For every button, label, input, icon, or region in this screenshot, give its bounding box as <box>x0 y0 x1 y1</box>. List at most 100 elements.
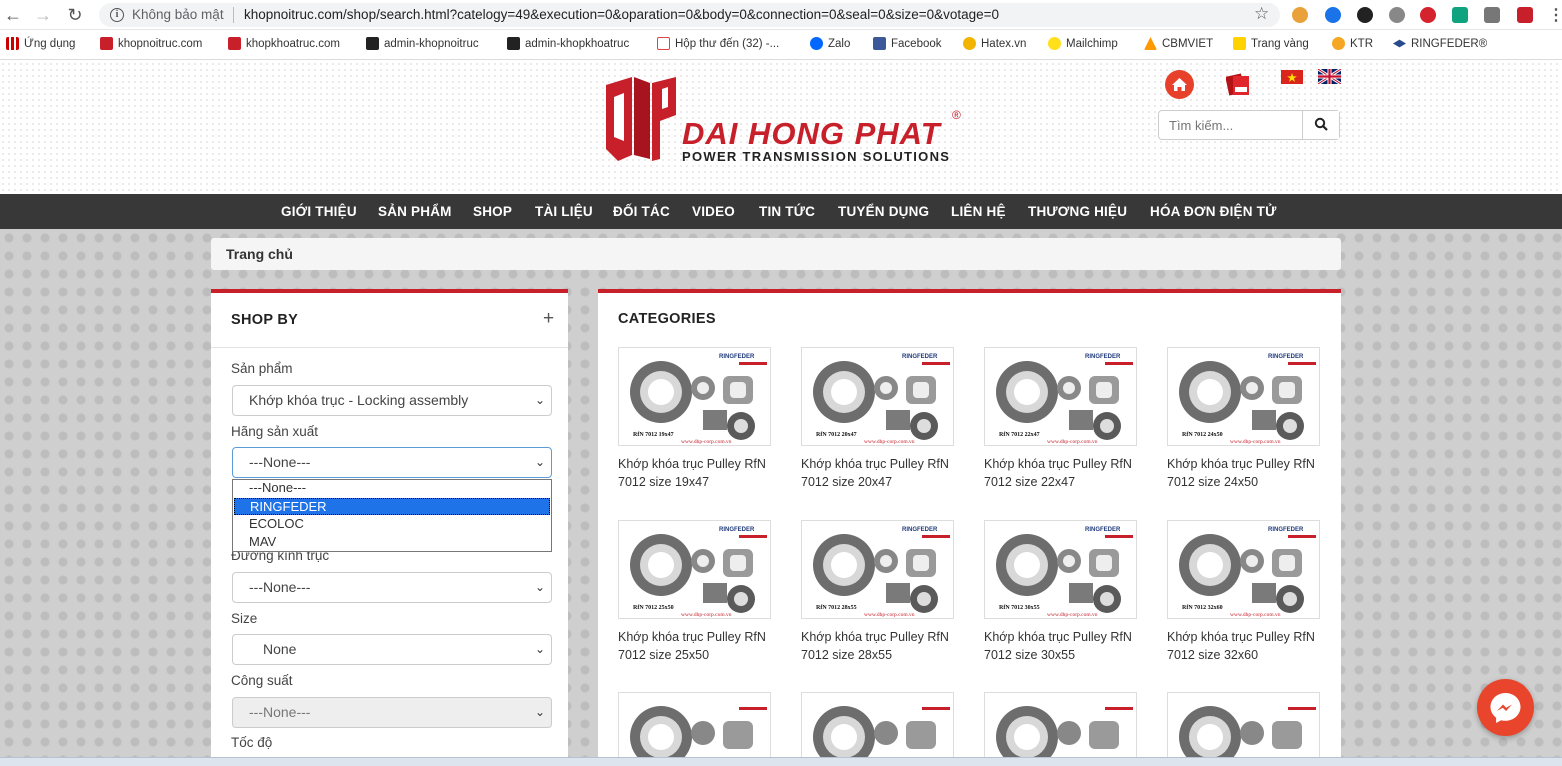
bookmark-item[interactable]: Zalo <box>810 37 850 50</box>
thumb-tag: RfN 7012 25x50 <box>633 605 674 611</box>
product-name-link[interactable]: Khớp khóa trục Pulley RfN 7012 size 28x5… <box>801 628 961 664</box>
thumb-url: www.dhp-corp.com.vn <box>1230 612 1281 618</box>
filter-label-toc-do: Tốc độ <box>231 735 273 750</box>
puzzle-icon[interactable] <box>1484 7 1500 23</box>
shaft-diameter-select[interactable]: ---None--- ⌄ <box>232 572 552 603</box>
extension-icon[interactable] <box>1357 7 1373 23</box>
locking-assembly-image-icon <box>985 693 1136 765</box>
product-name-link[interactable]: Khớp khóa trục Pulley RfN 7012 size 30x5… <box>984 628 1144 664</box>
product-thumbnail[interactable] <box>984 692 1137 766</box>
product-thumbnail[interactable] <box>618 692 771 766</box>
product-thumbnail[interactable]: RINGFEDER RfN 7012 22x47 www.dhp-corp.com.… <box>984 347 1137 446</box>
admin-favicon-icon <box>366 37 379 50</box>
search-input[interactable] <box>1159 111 1301 139</box>
site-favicon-icon <box>1332 37 1345 50</box>
dropdown-option-mav[interactable]: MAV <box>234 534 550 551</box>
divider <box>211 347 568 348</box>
menu-item-shop[interactable]: SHOP <box>473 204 512 219</box>
security-label[interactable]: Không bảo mật <box>132 7 224 22</box>
product-thumbnail[interactable]: RINGFEDER RfN 7012 24x50 www.dhp-corp.com.… <box>1167 347 1320 446</box>
product-thumbnail[interactable]: RINGFEDER RfN 7012 19x47 www.dhp-corp.com.… <box>618 347 771 446</box>
product-name-link[interactable]: Khớp khóa trục Pulley RfN 7012 size 25x5… <box>618 628 778 664</box>
extension-icon[interactable] <box>1292 7 1308 23</box>
extension-icon[interactable] <box>1325 7 1341 23</box>
info-icon[interactable]: i <box>110 8 124 22</box>
dropdown-option-ringfeder[interactable]: RINGFEDER <box>234 498 550 515</box>
menu-item-hoa-don[interactable]: HÓA ĐƠN ĐIỆN TỬ <box>1150 204 1276 219</box>
locking-assembly-image-icon <box>619 693 770 765</box>
size-select[interactable]: None ⌄ <box>232 634 552 665</box>
logo-wordmark[interactable]: DAI HONG PHAT <box>682 116 941 152</box>
site-favicon-icon <box>1233 37 1246 50</box>
locking-assembly-image-icon: RINGFEDER RfN 7012 22x47 www.dhp-corp.com.… <box>985 348 1136 445</box>
product-select[interactable]: Khớp khóa trục - Locking assembly ⌄ <box>232 385 552 416</box>
admin-favicon-icon <box>507 37 520 50</box>
search-button[interactable] <box>1302 111 1339 139</box>
bookmark-item[interactable]: admin-khopnoitruc <box>366 37 479 50</box>
address-separator <box>233 7 234 23</box>
menu-item-tuyen-dung[interactable]: TUYỂN DỤNG <box>838 204 929 219</box>
product-name-link[interactable]: Khớp khóa trục Pulley RfN 7012 size 22x4… <box>984 455 1144 491</box>
menu-item-thuong-hieu[interactable]: THƯƠNG HIỆU <box>1028 204 1127 219</box>
menu-kebab-icon[interactable]: ⋮ <box>1548 5 1562 25</box>
bookmark-item[interactable]: CBMVIET <box>1144 37 1213 50</box>
power-select[interactable]: ---None--- ⌄ <box>232 697 552 728</box>
menu-item-video[interactable]: VIDEO <box>692 204 735 219</box>
site-favicon-icon <box>1393 39 1406 48</box>
dropdown-option-ecoloc[interactable]: ECOLOC <box>234 516 550 533</box>
back-icon[interactable]: ← <box>2 5 24 25</box>
bookmark-item[interactable]: Mailchimp <box>1048 37 1118 50</box>
messenger-chat-button[interactable] <box>1477 679 1534 736</box>
menu-item-tai-lieu[interactable]: TÀI LIỆU <box>535 204 593 219</box>
thumb-brand: RINGFEDER <box>719 527 755 533</box>
product-thumbnail[interactable]: RINGFEDER RfN 7012 30x55 www.dhp-corp.com.… <box>984 520 1137 619</box>
product-name-link[interactable]: Khớp khóa trục Pulley RfN 7012 size 24x5… <box>1167 455 1327 491</box>
profile-icon[interactable] <box>1517 7 1533 23</box>
site-favicon-icon <box>1144 37 1157 50</box>
dhp-logo-icon[interactable] <box>602 75 680 161</box>
breadcrumb-home-link[interactable]: Trang chủ <box>226 246 293 262</box>
product-thumbnail[interactable]: RINGFEDER RfN 7012 32x60 www.dhp-corp.com.… <box>1167 520 1320 619</box>
product-thumbnail[interactable]: RINGFEDER RfN 7012 25x50 www.dhp-corp.com.… <box>618 520 771 619</box>
forward-icon[interactable]: → <box>32 5 54 25</box>
menu-item-lien-he[interactable]: LIÊN HỆ <box>951 204 1006 219</box>
product-name-link[interactable]: Khớp khóa trục Pulley RfN 7012 size 20x4… <box>801 455 961 491</box>
product-name-link[interactable]: Khớp khóa trục Pulley RfN 7012 size 32x6… <box>1167 628 1327 664</box>
url-text[interactable]: khopnoitruc.com/shop/search.html?catelog… <box>244 7 999 22</box>
bookmark-item[interactable]: admin-khopkhoatruc <box>507 37 629 50</box>
pdf-icon[interactable] <box>1226 72 1252 97</box>
menu-item-san-pham[interactable]: SẢN PHẨM <box>378 204 452 219</box>
product-thumbnail[interactable]: RINGFEDER RfN 7012 20x47 www.dhp-corp.com.… <box>801 347 954 446</box>
pinterest-icon[interactable] <box>1420 7 1436 23</box>
vietnamese-flag-icon[interactable] <box>1281 70 1303 84</box>
bookmark-item[interactable]: khopkhoatruc.com <box>228 37 340 50</box>
bookmark-item[interactable]: Trang vàng <box>1233 37 1309 50</box>
filter-label-size: Size <box>231 611 258 626</box>
product-name-link[interactable]: Khớp khóa trục Pulley RfN 7012 size 19x4… <box>618 455 778 491</box>
bookmark-star-icon[interactable]: ☆ <box>1254 4 1269 24</box>
locking-assembly-image-icon <box>1168 693 1319 765</box>
bookmark-item[interactable]: Facebook <box>873 37 942 50</box>
bookmark-item[interactable]: Hộp thư đến (32) -... <box>657 37 779 50</box>
menu-item-doi-tac[interactable]: ĐỐI TÁC <box>613 204 670 219</box>
extension-icon[interactable] <box>1452 7 1468 23</box>
menu-item-gioi-thieu[interactable]: GIỚI THIỆU <box>281 204 357 219</box>
dropdown-option-none[interactable]: ---None--- <box>234 480 550 497</box>
expand-plus-icon[interactable]: + <box>543 307 554 331</box>
reload-icon[interactable]: ↻ <box>64 5 86 25</box>
bookmark-apps[interactable]: Ứng dụng <box>6 37 75 50</box>
locking-assembly-image-icon: RINGFEDER RfN 7012 32x60 www.dhp-corp.com.… <box>1168 521 1319 618</box>
extension-icon[interactable] <box>1389 7 1405 23</box>
home-icon[interactable] <box>1165 70 1194 99</box>
bookmark-item[interactable]: RINGFEDER® <box>1393 37 1487 50</box>
bookmark-item[interactable]: khopnoitruc.com <box>100 37 202 50</box>
product-thumbnail[interactable] <box>1167 692 1320 766</box>
product-thumbnail[interactable]: RINGFEDER RfN 7012 28x55 www.dhp-corp.com.… <box>801 520 954 619</box>
chevron-down-icon: ⌄ <box>534 580 545 594</box>
english-flag-icon[interactable] <box>1318 69 1341 84</box>
bookmark-item[interactable]: KTR <box>1332 37 1373 50</box>
product-thumbnail[interactable] <box>801 692 954 766</box>
menu-item-tin-tuc[interactable]: TIN TỨC <box>759 204 815 219</box>
bookmark-item[interactable]: Hatex.vn <box>963 37 1026 50</box>
manufacturer-select[interactable]: ---None--- ⌄ <box>232 447 552 478</box>
